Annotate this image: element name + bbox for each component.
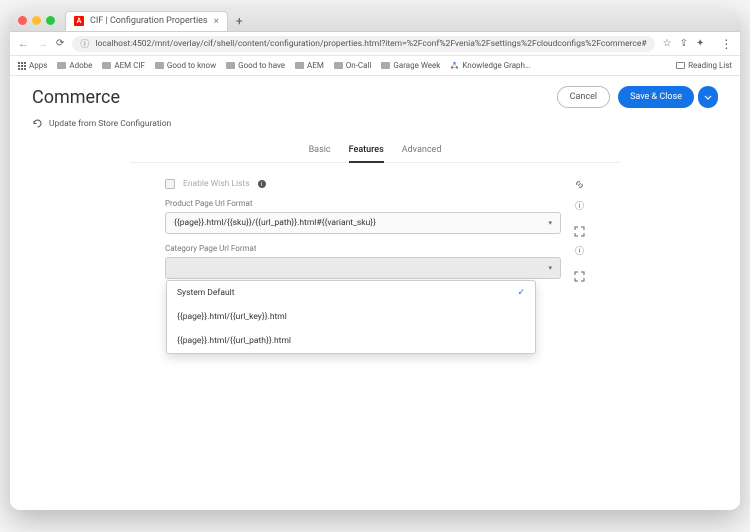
new-tab-button[interactable]: + (236, 14, 243, 28)
browser-window: A CIF | Configuration Properties × + ← →… (10, 10, 740, 510)
page-header: Commerce Cancel Save & Close (10, 76, 740, 114)
folder-icon (57, 62, 66, 69)
dropdown-option-system-default[interactable]: System Default ✓ (167, 281, 535, 305)
product-url-label: Product Page Url Format (165, 199, 561, 208)
adobe-favicon: A (74, 16, 84, 26)
reading-list[interactable]: Reading List (676, 61, 732, 70)
product-url-value: {{page}}.html/{{sku}}/{{url_path}}.html#… (174, 218, 376, 228)
bookmark-folder[interactable]: AEM CIF (102, 61, 145, 70)
tab-features[interactable]: Features (349, 139, 384, 163)
page-content: Commerce Cancel Save & Close Update from… (10, 76, 740, 510)
product-url-select[interactable]: {{page}}.html/{{sku}}/{{url_path}}.html#… (165, 212, 561, 234)
bookmark-folder[interactable]: AEM (295, 61, 324, 70)
category-url-label: Category Page Url Format (165, 244, 561, 253)
save-options-caret[interactable] (698, 86, 718, 108)
chrome-menu-icon[interactable]: ⋮ (720, 38, 732, 50)
apps-label: Apps (29, 61, 47, 70)
info-icon[interactable]: i (258, 180, 266, 188)
folder-icon (295, 62, 304, 69)
chevron-down-icon: ▾ (548, 264, 552, 272)
sync-icon (32, 118, 43, 129)
page-title: Commerce (32, 87, 557, 108)
back-button[interactable]: ← (18, 37, 29, 50)
bookmark-folder[interactable]: Garage Week (381, 61, 440, 70)
minimize-window[interactable] (32, 16, 41, 25)
titlebar: A CIF | Configuration Properties × + (10, 10, 740, 32)
reload-button[interactable]: ⟳ (56, 38, 64, 49)
bookmark-star-icon[interactable]: ☆ (663, 38, 672, 49)
folder-icon (381, 62, 390, 69)
save-and-close-button[interactable]: Save & Close (618, 86, 694, 108)
fullscreen-icon[interactable] (574, 271, 585, 282)
apps-shortcut[interactable]: Apps (18, 61, 47, 70)
folder-icon (155, 62, 164, 69)
forward-button[interactable]: → (37, 37, 48, 50)
address-field[interactable]: ⓘ localhost:4502/mnt/overlay/cif/shell/c… (72, 36, 654, 52)
tab-advanced[interactable]: Advanced (402, 139, 442, 162)
close-tab-icon[interactable]: × (214, 16, 219, 27)
url-bar: ← → ⟳ ⓘ localhost:4502/mnt/overlay/cif/s… (10, 32, 740, 56)
reading-list-icon (676, 62, 685, 69)
update-from-store[interactable]: Update from Store Configuration (10, 114, 740, 139)
info-icon[interactable]: ⓘ (575, 199, 584, 212)
extensions-icon[interactable]: ✦ (696, 38, 704, 49)
check-icon: ✓ (517, 288, 525, 298)
folder-icon (102, 62, 111, 69)
url-text: localhost:4502/mnt/overlay/cif/shell/con… (95, 39, 646, 49)
config-tabs: Basic Features Advanced (130, 139, 620, 163)
cancel-button[interactable]: Cancel (557, 86, 610, 108)
site-info-icon[interactable]: ⓘ (80, 37, 89, 50)
maximize-window[interactable] (46, 16, 55, 25)
dropdown-option-url-path[interactable]: {{page}}.html/{{url_path}}.html (167, 329, 535, 353)
tab-title: CIF | Configuration Properties (90, 16, 208, 26)
fullscreen-icon[interactable] (574, 226, 585, 237)
bookmark-folder[interactable]: On-Call (334, 61, 372, 70)
chevron-down-icon: ▾ (548, 219, 552, 227)
share-icon[interactable]: ⇪ (680, 38, 688, 49)
browser-tab[interactable]: A CIF | Configuration Properties × (65, 11, 228, 31)
close-window[interactable] (18, 16, 27, 25)
folder-icon (226, 62, 235, 69)
bookmark-folder[interactable]: Good to have (226, 61, 285, 70)
bookmark-folder[interactable]: Adobe (57, 61, 92, 70)
folder-icon (334, 62, 343, 69)
dropdown-option-url-key[interactable]: {{page}}.html/{{url_key}}.html (167, 305, 535, 329)
bookmark-folder[interactable]: Good to know (155, 61, 216, 70)
bookmark-link[interactable]: Knowledge Graph… (450, 61, 530, 70)
bookmarks-bar: Apps Adobe AEM CIF Good to know Good to … (10, 56, 740, 76)
knowledge-graph-icon (450, 61, 459, 70)
update-from-store-label: Update from Store Configuration (49, 119, 171, 129)
link-icon[interactable] (574, 179, 585, 190)
category-url-select[interactable]: ▾ System Default ✓ {{page}}.html/{{url_k… (165, 257, 561, 279)
category-url-dropdown: System Default ✓ {{page}}.html/{{url_key… (166, 280, 536, 354)
window-controls (18, 16, 55, 25)
chevron-down-icon (704, 95, 712, 100)
wishlist-row: Enable Wish Lists i (165, 179, 585, 189)
enable-wishlist-checkbox[interactable] (165, 179, 175, 189)
enable-wishlist-label: Enable Wish Lists (183, 179, 250, 189)
tab-basic[interactable]: Basic (309, 139, 331, 162)
apps-icon (18, 62, 26, 70)
info-icon[interactable]: ⓘ (575, 244, 584, 257)
features-form: Enable Wish Lists i ⓘ Product Page Url F… (165, 179, 585, 279)
